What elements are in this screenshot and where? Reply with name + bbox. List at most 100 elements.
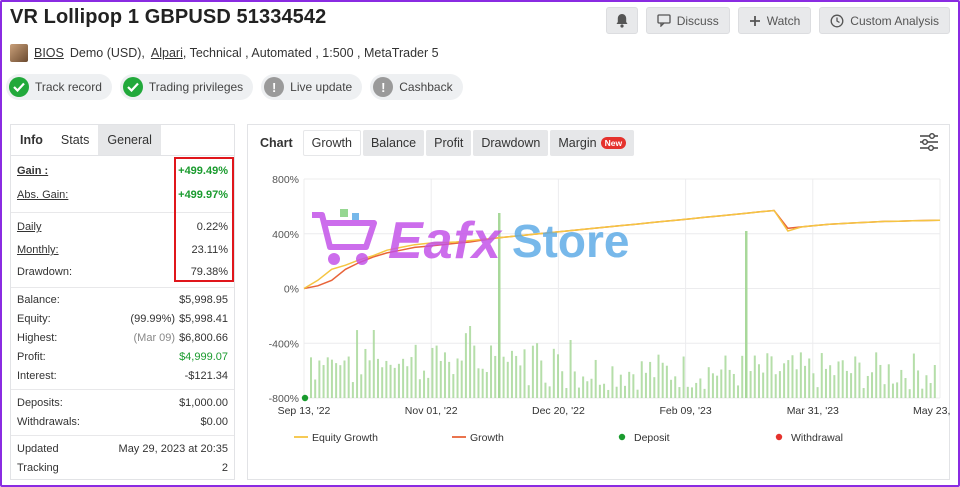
volume-bar [494, 355, 497, 398]
badge-track-record[interactable]: Track record [6, 74, 112, 100]
page-title: VR Lollipop 1 GBPUSD 51334542 [10, 6, 327, 28]
volume-bar [757, 364, 760, 398]
volume-bar [322, 365, 325, 398]
volume-bar [565, 388, 568, 398]
chart-lines [301, 209, 941, 402]
tab-drawdown[interactable]: Drawdown [473, 130, 549, 156]
volume-bar [703, 388, 706, 398]
discuss-label: Discuss [676, 13, 719, 28]
stat-label: Balance: [17, 294, 60, 306]
badge-cashback[interactable]: ! Cashback [370, 74, 463, 100]
volume-bar [929, 383, 932, 398]
volume-bar [423, 370, 426, 398]
volume-bar [598, 384, 601, 398]
volume-bar [808, 358, 811, 398]
volume-bar [778, 371, 781, 398]
chart-settings-button[interactable] [919, 133, 939, 154]
volume-bar [368, 360, 371, 398]
volume-bar [410, 357, 413, 398]
stat-label[interactable]: Monthly: [17, 244, 59, 256]
y-tick-label: -800% [269, 393, 299, 405]
volume-bar [582, 376, 585, 398]
equity-percent: (99.99%) [130, 313, 176, 325]
tab-growth[interactable]: Growth [302, 130, 361, 156]
tab-margin-label: Margin [558, 136, 597, 150]
volume-bar [573, 371, 576, 398]
chart-bars [310, 213, 936, 398]
volume-bar [644, 372, 647, 398]
volume-bar [883, 384, 886, 398]
volume-bar [695, 382, 698, 398]
stat-label[interactable]: Daily [17, 221, 41, 233]
custom-analysis-button[interactable]: Custom Analysis [819, 7, 950, 34]
volume-bar [523, 349, 526, 398]
badge-label: Trading privileges [148, 80, 244, 94]
tab-profit[interactable]: Profit [426, 130, 472, 156]
volume-bar [372, 330, 375, 398]
volume-bar [866, 375, 869, 398]
volume-bar [711, 373, 714, 398]
volume-bar [841, 360, 844, 398]
top-actions: Discuss Watch Custom Analysis [605, 7, 950, 34]
avatar[interactable] [10, 44, 28, 62]
plus-icon [749, 15, 761, 27]
badge-live-update[interactable]: ! Live update [261, 74, 363, 100]
divider [11, 287, 234, 288]
tab-chart[interactable]: Chart [252, 130, 301, 156]
volume-bar [862, 388, 865, 398]
author-link[interactable]: BIOS [34, 46, 64, 60]
stat-label: Updated [17, 443, 59, 455]
growth-chart[interactable]: 800% 400% 0% -400% -800% Sep 13, '22 Nov 01, … [248, 161, 951, 479]
stat-value: $6,800.66 [179, 332, 228, 344]
watch-button[interactable]: Watch [737, 7, 812, 34]
tab-balance[interactable]: Balance [362, 130, 425, 156]
discuss-button[interactable]: Discuss [645, 7, 730, 34]
badge-label: Cashback [399, 80, 453, 94]
notifications-button[interactable] [605, 7, 638, 34]
volume-bar [925, 375, 928, 398]
volume-bar [887, 364, 890, 398]
stat-label[interactable]: Abs. Gain: [17, 189, 68, 201]
volume-bar [443, 352, 446, 398]
volume-bar [674, 376, 677, 398]
badge-trading-privileges[interactable]: Trading privileges [119, 74, 254, 100]
volume-bar [435, 345, 438, 398]
check-icon [9, 77, 29, 97]
volume-bar [657, 354, 660, 398]
volume-bar [356, 330, 359, 398]
volume-bar [640, 361, 643, 398]
stat-tracking: Tracking 2 [17, 462, 228, 474]
x-tick-label: May 23, '23 [913, 405, 951, 417]
volume-bar [783, 363, 786, 398]
broker-link[interactable]: Alpari [151, 46, 183, 60]
volume-bar [686, 386, 689, 398]
volume-bar [824, 368, 827, 398]
volume-bar [820, 353, 823, 398]
volume-bar [531, 345, 534, 398]
tab-margin[interactable]: Margin New [550, 130, 635, 156]
tab-general[interactable]: General [98, 125, 161, 155]
tab-info[interactable]: Info [11, 125, 52, 155]
volume-bar [431, 347, 434, 398]
volume-bar [364, 348, 367, 398]
chart-legend: Equity Growth Growth Deposit Withdrawal [294, 432, 843, 444]
volume-bar [577, 387, 580, 398]
y-tick-label: 0% [284, 284, 299, 296]
stat-label[interactable]: Gain : [17, 165, 48, 177]
volume-bar [381, 367, 384, 398]
volume-bar [770, 356, 773, 398]
stat-label: Tracking [17, 462, 59, 474]
stat-highest: Highest: (Mar 09) $6,800.66 [17, 332, 228, 344]
volume-bar [402, 358, 405, 398]
volume-bar [611, 366, 614, 398]
volume-bar [699, 378, 702, 398]
y-tick-label: 800% [272, 174, 299, 186]
volume-bar [393, 367, 396, 398]
tab-stats[interactable]: Stats [51, 125, 99, 155]
volume-bar [678, 387, 681, 398]
check-icon [122, 77, 143, 97]
volume-bar [473, 345, 476, 398]
stats-tabs: Info Stats General [11, 125, 234, 156]
account-type: Demo (USD), [69, 46, 145, 60]
legend-label: Withdrawal [791, 432, 843, 444]
